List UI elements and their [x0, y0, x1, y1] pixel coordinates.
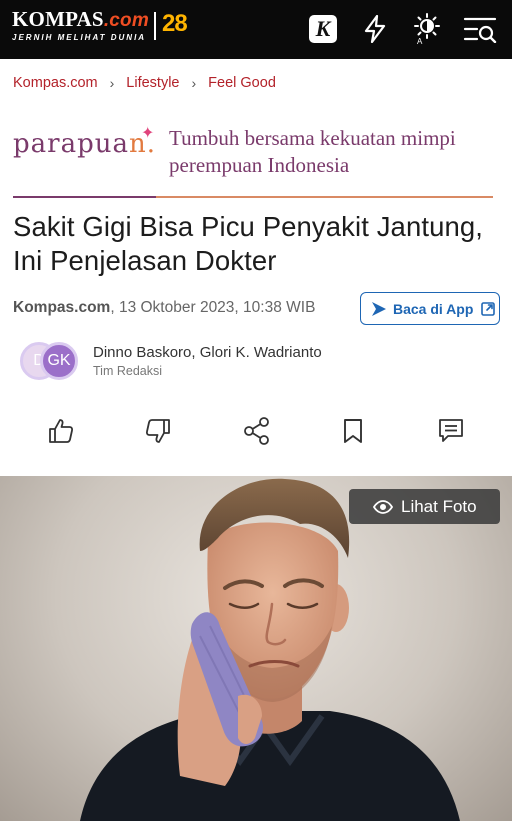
article-title: Sakit Gigi Bisa Picu Penyakit Jantung, I…: [13, 211, 484, 276]
breadcrumb-separator: ›: [191, 75, 197, 91]
kompas-app-button[interactable]: K: [306, 12, 340, 46]
logo-divider: [154, 12, 156, 40]
breadcrumb-item-feel-good[interactable]: Feel Good: [208, 75, 276, 91]
divider-line: [13, 196, 156, 198]
read-in-app-button[interactable]: Baca di App: [360, 292, 500, 325]
action-bar: [0, 409, 512, 453]
k-logo-icon: K: [309, 15, 337, 43]
dislike-icon: [145, 419, 170, 443]
article-datetime: , 13 Oktober 2023, 10:38 WIB: [110, 299, 316, 316]
bookmark-icon: [344, 419, 362, 443]
parapuan-tagline: Tumbuh bersama kekuatan mimpi perempuan …: [169, 126, 456, 177]
lightning-icon: [364, 15, 386, 43]
divider-line: [156, 196, 493, 198]
svg-text:A: A: [417, 37, 423, 45]
lightning-button[interactable]: [358, 12, 392, 46]
parapuan-banner[interactable]: parapuan. ✦ Tumbuh bersama kekuatan mimp…: [13, 121, 493, 199]
brightness-icon: A: [414, 13, 440, 45]
like-button[interactable]: [43, 413, 79, 449]
external-link-icon: [481, 301, 496, 316]
share-icon: [244, 417, 269, 445]
app-logo-icon: [372, 301, 386, 316]
avatar: GK: [40, 342, 78, 380]
menu-search-icon: [463, 17, 497, 43]
toothache-photo: [80, 478, 460, 821]
theme-toggle-button[interactable]: A: [410, 12, 444, 46]
top-bar: KOMPAS.com JERNIH MELIHAT DUNIA 28 K A: [0, 0, 512, 59]
like-icon: [49, 419, 74, 443]
share-button[interactable]: [239, 413, 275, 449]
view-photo-button[interactable]: Lihat Foto: [349, 489, 500, 524]
menu-search-button[interactable]: [463, 12, 497, 46]
breadcrumb-item-kompas[interactable]: Kompas.com: [13, 75, 98, 91]
anniversary-badge: 28: [162, 10, 188, 37]
article-hero-image[interactable]: [0, 476, 512, 821]
article-meta: Kompas.com, 13 Oktober 2023, 10:38 WIB: [13, 299, 315, 317]
logo-com-text: .com: [103, 10, 149, 31]
breadcrumb: Kompas.com › Lifestyle › Feel Good: [13, 75, 276, 91]
comment-icon: [439, 419, 463, 442]
sparkle-icon: ✦: [141, 125, 155, 142]
breadcrumb-item-lifestyle[interactable]: Lifestyle: [126, 75, 179, 91]
logo-main-text: KOMPAS: [12, 7, 104, 31]
comment-button[interactable]: [433, 413, 469, 449]
parapuan-logo: parapuan.: [13, 129, 156, 159]
bookmark-button[interactable]: [335, 413, 371, 449]
author-role: Tim Redaksi: [93, 364, 162, 378]
breadcrumb-separator: ›: [109, 75, 115, 91]
eye-icon: [373, 499, 393, 514]
kompas-logo[interactable]: KOMPAS.com JERNIH MELIHAT DUNIA: [12, 8, 149, 42]
article-source: Kompas.com: [13, 299, 111, 316]
logo-tagline: JERNIH MELIHAT DUNIA: [12, 33, 147, 42]
dislike-button[interactable]: [140, 413, 176, 449]
author-names[interactable]: Dinno Baskoro, Glori K. Wadrianto: [93, 344, 322, 361]
author-avatars[interactable]: D GK: [20, 342, 84, 382]
